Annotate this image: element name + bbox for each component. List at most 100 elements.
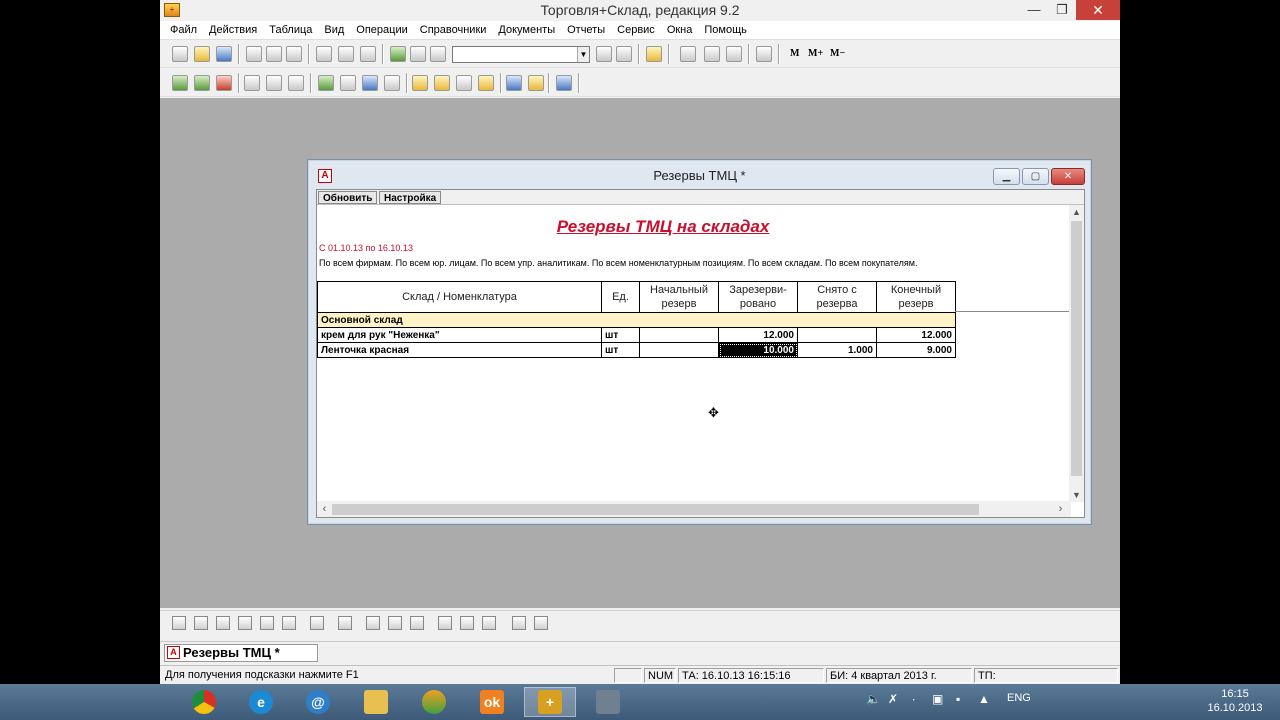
horizontal-scroll-thumb[interactable] xyxy=(332,504,979,515)
row-item-initial[interactable] xyxy=(639,342,719,358)
child-close-button[interactable]: ✕ xyxy=(1051,168,1085,185)
open-folder-icon[interactable] xyxy=(194,46,210,62)
search-combo[interactable]: ▼ xyxy=(452,46,590,63)
row-item-removed[interactable]: 1.000 xyxy=(797,342,877,358)
help-icon[interactable] xyxy=(646,46,662,62)
memory-mminus-button[interactable]: M− xyxy=(830,46,845,62)
row-item-final[interactable]: 12.000 xyxy=(876,327,956,343)
globe-icon[interactable] xyxy=(506,75,522,91)
tray-icon-3[interactable]: ▪ xyxy=(956,692,960,706)
enter-icon[interactable] xyxy=(194,75,210,91)
column-header-name[interactable]: Склад / Номенклатура xyxy=(317,281,602,313)
column-header-reserved[interactable]: Зарезерви-ровано xyxy=(718,281,798,313)
restore-button[interactable]: ❐ xyxy=(1048,0,1076,20)
gift-icon[interactable] xyxy=(528,75,544,91)
vertical-scrollbar[interactable]: ▲ ▼ xyxy=(1069,205,1084,502)
menu-windows[interactable]: Окна xyxy=(661,21,699,40)
cut-icon[interactable] xyxy=(246,46,262,62)
tray-icon-1[interactable]: ✗ xyxy=(888,692,898,706)
journal-icon[interactable] xyxy=(172,75,188,91)
undo-icon[interactable] xyxy=(410,46,426,62)
redo-icon[interactable] xyxy=(430,46,446,62)
pointer-icon[interactable] xyxy=(310,616,324,630)
row-item-name[interactable]: крем для рук "Неженка" xyxy=(317,327,602,343)
row-item-initial[interactable] xyxy=(639,327,719,343)
calendar-icon[interactable] xyxy=(704,46,720,62)
column-header-final[interactable]: Конечный резерв xyxy=(876,281,956,313)
menu-file[interactable]: Файл xyxy=(164,21,203,40)
copy-icon[interactable] xyxy=(266,46,282,62)
exit-icon[interactable] xyxy=(216,75,232,91)
menu-actions[interactable]: Действия xyxy=(203,21,263,40)
row-item-unit[interactable]: шт xyxy=(601,327,640,343)
row-item-name[interactable]: Ленточка красная xyxy=(317,342,602,358)
find-icon[interactable] xyxy=(360,46,376,62)
taskbar-chrome[interactable] xyxy=(178,687,230,717)
split-icon[interactable] xyxy=(534,616,548,630)
close-button[interactable]: ✕ xyxy=(1076,0,1120,20)
menu-table[interactable]: Таблица xyxy=(263,21,318,40)
image-icon[interactable] xyxy=(238,616,252,630)
borders-icon[interactable] xyxy=(512,616,526,630)
row-item-unit[interactable]: шт xyxy=(601,342,640,358)
chart-object-icon[interactable] xyxy=(282,616,296,630)
find-next-icon[interactable] xyxy=(596,46,612,62)
scroll-right-icon[interactable]: › xyxy=(1053,501,1068,517)
paste-icon[interactable] xyxy=(286,46,302,62)
tray-icon-2[interactable]: ∙ xyxy=(912,692,915,706)
scroll-up-icon[interactable]: ▲ xyxy=(1069,205,1084,219)
taskbar-odnoklassniki[interactable]: ok xyxy=(466,687,518,717)
vertical-scroll-thumb[interactable] xyxy=(1071,221,1082,476)
warehouse-icon[interactable] xyxy=(318,75,334,91)
menu-view[interactable]: Вид xyxy=(318,21,350,40)
merge-icon[interactable] xyxy=(460,616,474,630)
chart-icon[interactable] xyxy=(478,75,494,91)
memory-mplus-button[interactable]: M+ xyxy=(808,46,823,62)
settings-icon[interactable] xyxy=(556,75,572,91)
column-header-initial[interactable]: Начальный резерв xyxy=(639,281,719,313)
network-status-icon[interactable]: ▣ xyxy=(932,692,943,706)
menu-help[interactable]: Помощь xyxy=(698,21,753,40)
chevron-down-icon[interactable]: ▼ xyxy=(577,47,589,62)
rectangle-icon[interactable] xyxy=(194,616,208,630)
account-icon[interactable] xyxy=(244,75,260,91)
bracket-left-icon[interactable] xyxy=(366,616,380,630)
refresh-button[interactable]: Обновить xyxy=(318,191,378,204)
truck-icon[interactable] xyxy=(340,75,356,91)
print-icon[interactable] xyxy=(316,46,332,62)
edit-icon[interactable] xyxy=(390,46,406,62)
clock[interactable]: 16:15 16.10.2013 xyxy=(1200,687,1270,715)
settings-button[interactable]: Настройка xyxy=(379,191,442,204)
book-icon[interactable] xyxy=(756,46,772,62)
ole-icon[interactable] xyxy=(260,616,274,630)
taskbar-trade-warehouse[interactable]: + xyxy=(524,687,576,717)
group-warehouse-name[interactable]: Основной склад xyxy=(317,312,956,328)
menu-reports[interactable]: Отчеты xyxy=(561,21,611,40)
bracket-right-icon[interactable] xyxy=(388,616,402,630)
invoice-icon[interactable] xyxy=(266,75,282,91)
taskbar-at-app[interactable]: @ xyxy=(292,687,344,717)
new-file-icon[interactable] xyxy=(172,46,188,62)
column-header-removed[interactable]: Снято с резерва xyxy=(797,281,877,313)
menu-operations[interactable]: Операции xyxy=(350,21,413,40)
list-icon[interactable] xyxy=(384,75,400,91)
row-item-removed[interactable] xyxy=(797,327,877,343)
align-icon[interactable] xyxy=(410,616,424,630)
language-indicator[interactable]: ENG xyxy=(1007,692,1031,704)
receipt-icon[interactable] xyxy=(288,75,304,91)
taskbar-ie[interactable]: e xyxy=(235,687,287,717)
ruler-icon[interactable] xyxy=(482,616,496,630)
child-minimize-button[interactable]: ▁ xyxy=(993,168,1020,185)
calendar-edit-icon[interactable] xyxy=(726,46,742,62)
memory-m-button[interactable]: M xyxy=(790,46,799,62)
row-item-final[interactable]: 9.000 xyxy=(876,342,956,358)
price-icon[interactable] xyxy=(434,75,450,91)
save-icon[interactable] xyxy=(216,46,232,62)
minimize-button[interactable]: — xyxy=(1020,0,1048,20)
taskbar-app-ball[interactable] xyxy=(408,687,460,717)
row-item-reserved[interactable]: 12.000 xyxy=(718,327,798,343)
menu-documents[interactable]: Документы xyxy=(492,21,561,40)
column-header-unit[interactable]: Ед. xyxy=(601,281,640,313)
line-icon[interactable] xyxy=(172,616,186,630)
table-icon[interactable] xyxy=(456,75,472,91)
